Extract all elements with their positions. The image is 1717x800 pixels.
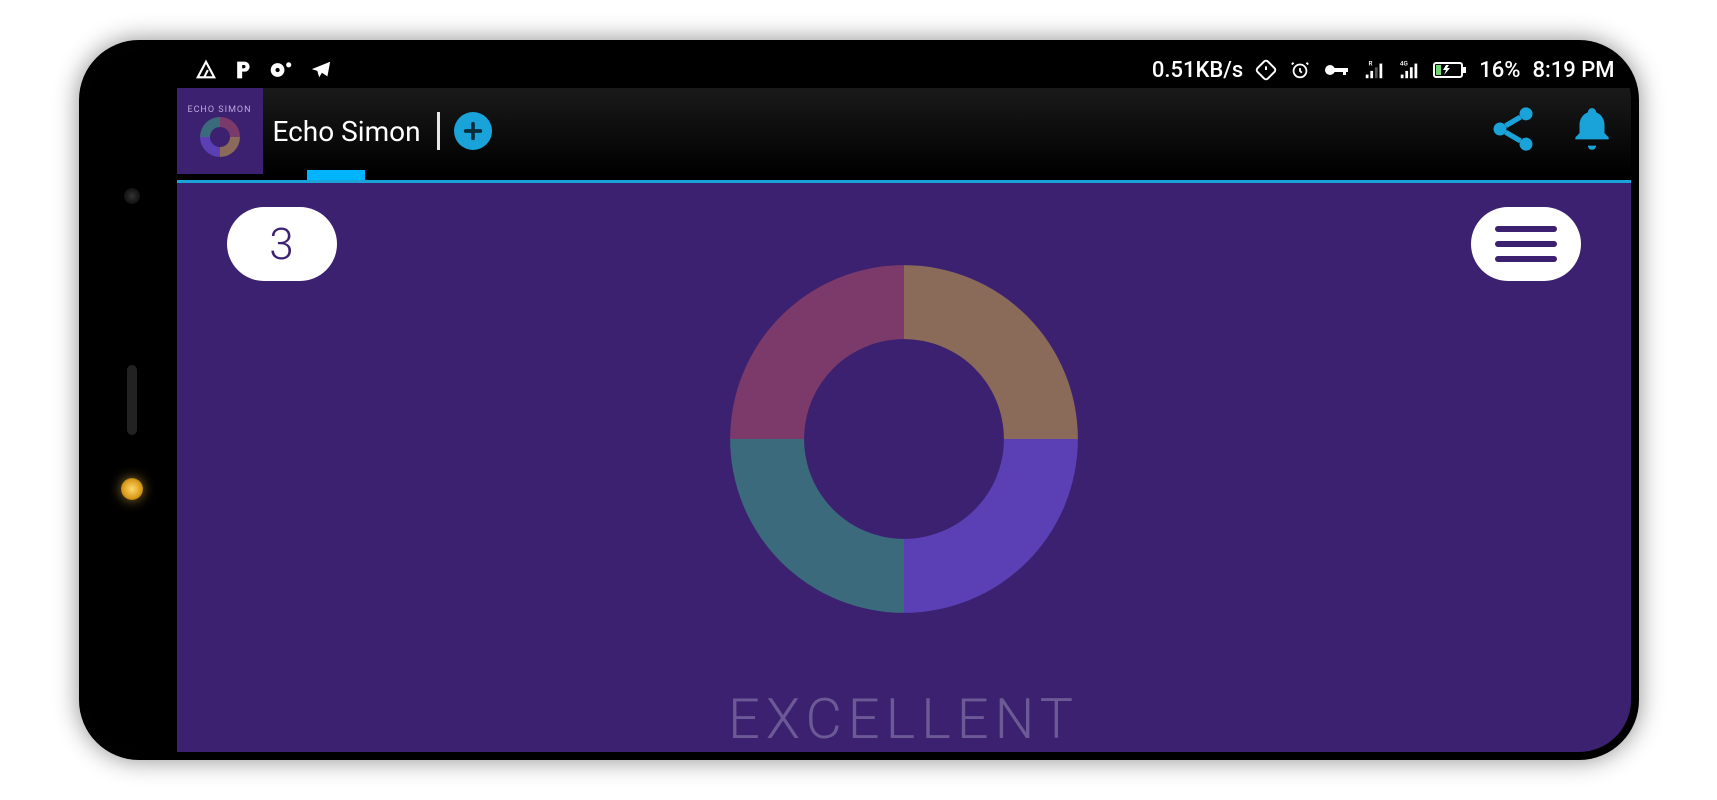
rotate-lock-icon [1255,59,1277,81]
telegram-icon [309,59,333,81]
phone-inner: 0.51KB/s R 4G 16% 8:19 PM ECHO SIMON E [87,48,1631,752]
header-divider [437,112,440,150]
simon-pad-top-left[interactable] [730,265,904,439]
tab-strip [177,174,1631,180]
speaker [127,365,137,435]
svg-text:4G: 4G [1400,59,1408,67]
battery-icon [1433,61,1467,79]
app-icon-ring [200,117,240,157]
notifications-button[interactable] [1567,104,1617,158]
simon-pad-top-right[interactable] [904,265,1078,439]
menu-button[interactable] [1471,207,1581,281]
phone-frame: 0.51KB/s R 4G 16% 8:19 PM ECHO SIMON E [79,40,1639,760]
share-button[interactable] [1487,103,1539,159]
battery-pct: 16% [1479,58,1520,83]
clock: 8:19 PM [1532,58,1614,83]
screen: 0.51KB/s R 4G 16% 8:19 PM ECHO SIMON E [177,48,1631,752]
svg-text:R: R [1369,59,1373,67]
disc-icon [269,59,293,81]
status-right: 0.51KB/s R 4G 16% 8:19 PM [1152,58,1615,83]
app-header: ECHO SIMON Echo Simon [177,88,1631,174]
simon-pad-bottom-right[interactable] [904,439,1078,613]
vpn-key-icon [1323,60,1351,80]
sensor-light [121,478,143,500]
signal-2-icon: 4G [1397,59,1421,81]
data-rate: 0.51KB/s [1152,58,1243,83]
simon-pad-bottom-left[interactable] [730,439,904,613]
status-left [195,59,333,81]
bell-icon [1567,104,1617,154]
front-camera [124,188,140,204]
signal-1-icon: R [1363,59,1385,81]
add-button[interactable] [454,112,492,150]
score-pill: 3 [227,207,337,281]
alarm-icon [1289,59,1311,81]
simon-ring[interactable] [669,254,1139,624]
triangle-icon [195,59,217,81]
score-value: 3 [269,218,293,270]
app-icon[interactable]: ECHO SIMON [177,88,263,174]
phone-notch [779,48,939,56]
plus-icon [462,120,484,142]
hamburger-icon [1495,226,1557,232]
app-title: Echo Simon [273,115,421,148]
p-icon [233,59,253,81]
feedback-text: EXCELLENT [728,686,1079,752]
app-icon-label: ECHO SIMON [187,105,251,115]
game-area: 3 E [177,183,1631,752]
share-icon [1487,103,1539,155]
phone-bezel-left [87,48,177,752]
tab-indicator [307,170,365,180]
